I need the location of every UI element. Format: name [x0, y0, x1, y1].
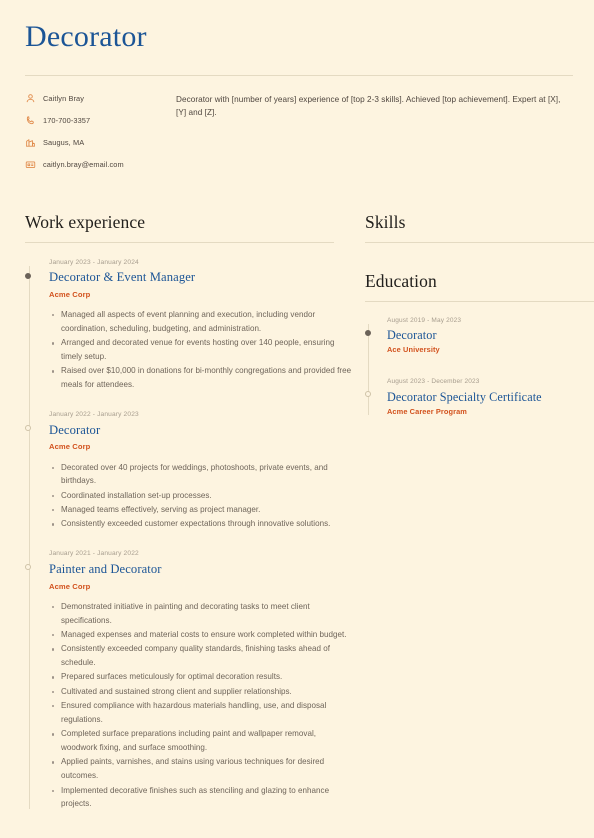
education-entry: August 2023 - December 2023 Decorator Sp…	[365, 378, 594, 417]
bullet-item: Managed teams effectively, serving as pr…	[52, 503, 352, 517]
contact-item-location: Saugus, MA	[25, 137, 154, 149]
contact-summary-band: Caitlyn Bray 170-700-3357 Saugus, MA cai…	[22, 93, 572, 171]
bullet-item: Applied paints, varnishes, and stains us…	[52, 755, 352, 783]
work-entry-bullets: Decorated over 40 projects for weddings,…	[49, 461, 352, 532]
location-icon	[25, 137, 36, 148]
work-entry-organization: Acme Corp	[49, 442, 91, 452]
contact-name-text: Caitlyn Bray	[43, 93, 85, 103]
timeline-marker-icon	[365, 329, 371, 336]
bullet-item: Consistently exceeded company quality st…	[52, 642, 352, 670]
work-entry: January 2021 - January 2022 Painter and …	[25, 550, 352, 811]
bullet-item: Managed all aspects of event planning an…	[52, 308, 352, 336]
section-education: Education August 2019 - May 2023 Decorat…	[365, 271, 594, 418]
work-entry: January 2022 - January 2023 Decorator Ac…	[25, 411, 352, 532]
bullet-item: Coordinated installation set-up processe…	[52, 489, 352, 503]
contact-item-email: caitlyn.bray@email.com	[25, 159, 154, 171]
bullet-item: Raised over $10,000 in donations for bi-…	[52, 364, 352, 392]
bullet-item: Consistently exceeded customer expectati…	[52, 517, 352, 531]
contact-item-name: Caitlyn Bray	[25, 93, 154, 105]
work-experience-timeline: January 2023 - January 2024 Decorator & …	[25, 258, 352, 812]
education-timeline: August 2019 - May 2023 Decorator Ace Uni…	[365, 316, 594, 418]
education-entry-date: August 2019 - May 2023	[387, 316, 462, 324]
education-entry-organization: Ace University	[387, 345, 440, 355]
education-entry-date: August 2023 - December 2023	[387, 378, 480, 386]
timeline-rail	[368, 323, 369, 416]
contact-list: Caitlyn Bray 170-700-3357 Saugus, MA cai…	[22, 93, 154, 171]
work-entry-date: January 2021 - January 2022	[49, 550, 139, 558]
email-icon	[25, 159, 36, 170]
contact-phone-text: 170-700-3357	[43, 115, 91, 125]
work-entry-date: January 2022 - January 2023	[49, 411, 139, 419]
work-entry-title: Decorator & Event Manager	[49, 270, 196, 285]
work-entry-title: Decorator	[49, 422, 101, 437]
education-entry-title: Decorator Specialty Certificate	[387, 389, 542, 404]
contact-email-text: caitlyn.bray@email.com	[43, 159, 124, 169]
bullet-item: Demonstrated initiative in painting and …	[52, 600, 352, 628]
contact-location-text: Saugus, MA	[43, 137, 85, 147]
work-entry-date: January 2023 - January 2024	[49, 258, 139, 266]
work-entry-organization: Acme Corp	[49, 581, 91, 591]
timeline-marker-icon	[25, 272, 31, 279]
work-entry-title: Painter and Decorator	[49, 561, 162, 576]
timeline-rail	[29, 265, 30, 810]
person-icon	[25, 93, 36, 104]
resume-page: Decorator Caitlyn Bray 170-700-3357 Saug…	[0, 0, 594, 838]
bullet-item: Ensured compliance with hazardous materi…	[52, 699, 352, 727]
bullet-item: Managed expenses and material costs to e…	[52, 628, 352, 642]
page-title: Decorator	[25, 20, 147, 53]
education-entry-title: Decorator	[387, 328, 437, 342]
bullet-item: Arranged and decorated venue for events …	[52, 336, 352, 364]
bullet-item: Cultivated and sustained strong client a…	[52, 685, 352, 699]
timeline-marker-icon	[365, 391, 371, 398]
work-experience-heading: Work experience	[25, 211, 146, 232]
bullet-item: Decorated over 40 projects for weddings,…	[52, 461, 352, 489]
bullet-item: Completed surface preparations including…	[52, 727, 352, 755]
work-entry: January 2023 - January 2024 Decorator & …	[25, 258, 352, 393]
work-experience-divider	[25, 241, 334, 243]
education-entry: August 2019 - May 2023 Decorator Ace Uni…	[365, 316, 594, 356]
timeline-marker-icon	[25, 564, 31, 571]
section-skills: Skills	[365, 212, 594, 243]
bullet-item: Prepared surfaces meticulously for optim…	[52, 670, 352, 684]
professional-summary: Decorator with [number of years] experie…	[154, 93, 572, 120]
body-columns: Work experience January 2023 - January 2…	[22, 212, 594, 812]
right-column: Skills Education August 2019 - May 2023 …	[352, 212, 594, 442]
education-entry-organization: Acme Career Program	[387, 407, 467, 417]
education-heading: Education	[365, 270, 437, 291]
phone-icon	[25, 115, 36, 126]
work-entry-bullets: Managed all aspects of event planning an…	[49, 308, 352, 392]
section-work-experience: Work experience January 2023 - January 2…	[25, 212, 352, 812]
work-entry-organization: Acme Corp	[49, 289, 91, 299]
skills-heading: Skills	[365, 211, 406, 232]
work-entry-bullets: Demonstrated initiative in painting and …	[49, 600, 352, 811]
contact-item-phone: 170-700-3357	[25, 115, 154, 127]
header-divider	[25, 74, 573, 76]
timeline-marker-icon	[25, 425, 31, 432]
summary-text: Decorator with [number of years] experie…	[176, 94, 561, 117]
education-divider	[365, 300, 594, 302]
left-column: Work experience January 2023 - January 2…	[22, 212, 352, 812]
bullet-item: Implemented decorative finishes such as …	[52, 784, 352, 812]
